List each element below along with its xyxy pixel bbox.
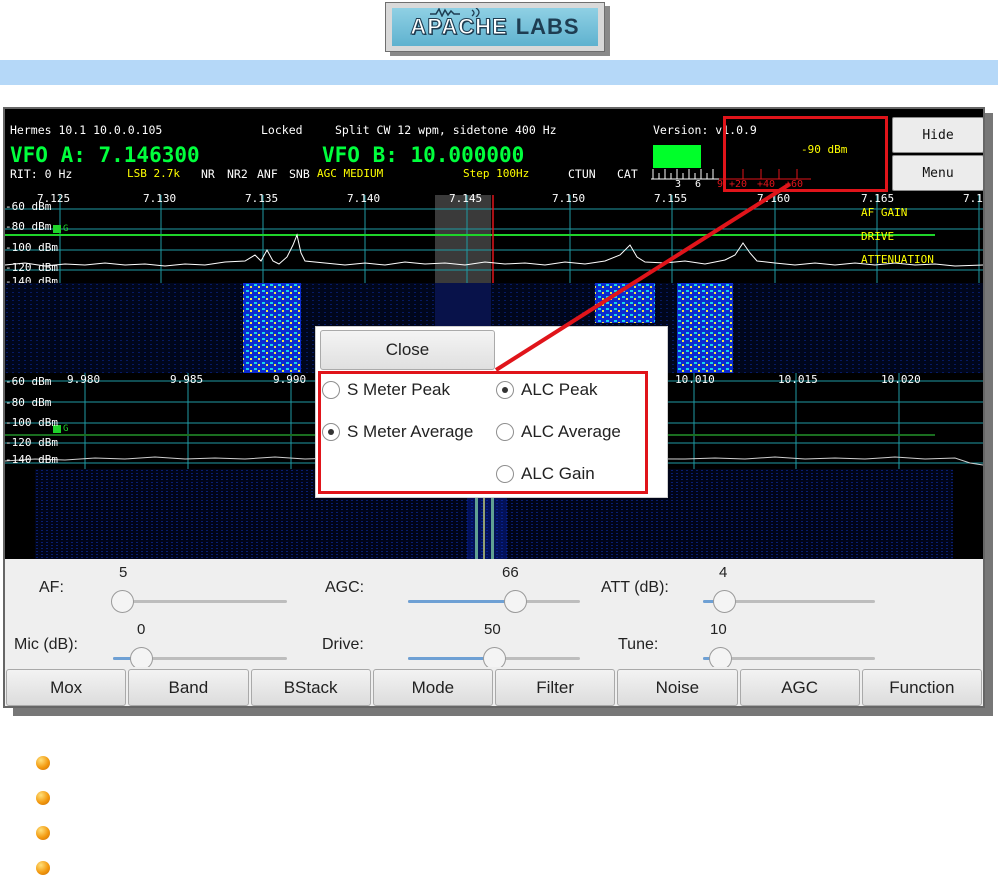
tune-label: Tune: xyxy=(618,636,659,653)
band-button[interactable]: Band xyxy=(128,669,249,706)
vfo-a-readout[interactable]: VFO A: 7.146300 xyxy=(10,143,200,167)
vfo-b-readout[interactable]: VFO B: 10.000000 xyxy=(322,143,524,167)
bullet-icon xyxy=(36,861,50,875)
tune-value: 10 xyxy=(710,621,727,638)
agc-button[interactable]: AGC xyxy=(739,669,860,706)
bullet-icon xyxy=(36,826,50,840)
logo-wave-icon xyxy=(430,8,480,17)
step-status[interactable]: Step 100Hz xyxy=(463,167,529,180)
snb-status[interactable]: SNB xyxy=(289,167,310,181)
agc-status[interactable]: AGC MEDIUM xyxy=(317,167,383,180)
split-status: Split CW 12 wpm, sidetone 400 Hz xyxy=(335,123,557,137)
af-gain-meter: AF GAIN xyxy=(861,206,908,219)
cat-status[interactable]: CAT xyxy=(617,167,638,181)
noise-button[interactable]: Noise xyxy=(617,669,738,706)
filter-button[interactable]: Filter xyxy=(495,669,616,706)
ctun-status[interactable]: CTUN xyxy=(568,167,596,181)
bullet-icon xyxy=(36,756,50,770)
mic-label: Mic (dB): xyxy=(14,636,78,653)
bullet-icon xyxy=(36,791,50,805)
freq-label: 7.1 xyxy=(963,192,983,205)
page: APACHE LABS Hermes 10.1 10.0.0.105 Locke… xyxy=(0,0,998,878)
freq-label: 7.165 xyxy=(861,192,895,205)
close-button[interactable]: Close xyxy=(320,330,495,370)
drive-meter: DRIVE xyxy=(861,230,895,243)
g-marker: G xyxy=(63,224,69,234)
freq-label: 9.980 xyxy=(67,373,101,386)
options-highlight-box xyxy=(318,371,648,494)
freq-label: 7.135 xyxy=(245,192,279,205)
dbm-label: -80 dBm xyxy=(5,396,52,409)
mic-value: 0 xyxy=(137,621,146,638)
freq-label: 10.020 xyxy=(881,373,921,386)
bstack-button[interactable]: BStack xyxy=(250,669,371,706)
tune-slider[interactable] xyxy=(703,647,875,670)
drive-label: Drive: xyxy=(322,636,364,653)
hide-button[interactable]: Hide xyxy=(892,117,983,153)
freq-label: 7.145 xyxy=(449,192,483,205)
dbm-label: -140 dBm xyxy=(5,453,58,466)
controls-panel: AF: 5 AGC: 66 ATT (dB): 4 Mic (dB): 0 Dr… xyxy=(5,559,983,670)
mode-button[interactable]: Mode xyxy=(372,669,493,706)
bullet-list xyxy=(36,756,50,878)
g-marker: G xyxy=(63,424,69,434)
function-button-bar: Mox Band BStack Mode Filter Noise AGC Fu… xyxy=(5,667,983,706)
nr2-status[interactable]: NR2 xyxy=(227,167,248,181)
drive-slider-fill xyxy=(408,657,494,660)
anf-status[interactable]: ANF xyxy=(257,167,278,181)
agc-label: AGC: xyxy=(325,579,365,596)
freq-label: 9.990 xyxy=(273,373,307,386)
freq-label: 7.130 xyxy=(143,192,177,205)
af-slider[interactable] xyxy=(110,590,287,613)
dbm-label: -120 dBm xyxy=(5,436,58,449)
apache-labs-logo: APACHE LABS xyxy=(385,2,605,52)
dbm-label: -100 dBm xyxy=(5,416,58,429)
dbm-label: -120 dBm xyxy=(5,261,58,274)
device-info: Hermes 10.1 10.0.0.105 xyxy=(10,123,163,137)
callout-arrow xyxy=(494,182,792,372)
af-label: AF: xyxy=(39,579,64,596)
af-value: 5 xyxy=(119,564,128,581)
drive-slider[interactable] xyxy=(408,647,580,670)
att-slider-knob[interactable] xyxy=(712,590,736,613)
header-band xyxy=(0,60,998,85)
freq-label: 9.985 xyxy=(170,373,204,386)
att-label: ATT (dB): xyxy=(601,579,669,596)
att-slider[interactable] xyxy=(703,590,875,613)
mode-filter-status[interactable]: LSB 2.7k xyxy=(127,167,180,180)
dbm-label: -100 dBm xyxy=(5,241,58,254)
mic-slider[interactable] xyxy=(113,647,287,670)
menu-button[interactable]: Menu xyxy=(892,155,983,191)
mox-button[interactable]: Mox xyxy=(6,669,127,706)
freq-label: 7.140 xyxy=(347,192,381,205)
af-slider-knob[interactable] xyxy=(110,590,134,613)
logo-text-left: APACHE xyxy=(410,14,508,40)
logo-plate: APACHE LABS xyxy=(392,8,598,46)
lock-status[interactable]: Locked xyxy=(261,123,303,137)
agc-value: 66 xyxy=(502,564,519,581)
function-button[interactable]: Function xyxy=(861,669,982,706)
drive-value: 50 xyxy=(484,621,501,638)
nr-status[interactable]: NR xyxy=(201,167,215,181)
logo-text-right: LABS xyxy=(515,14,580,39)
agc-slider[interactable] xyxy=(408,590,580,613)
dbm-label: -60 dBm xyxy=(5,200,52,213)
agc-slider-fill xyxy=(408,600,515,603)
dbm-label: -60 dBm xyxy=(5,375,52,388)
attenuation-meter: ATTENUATION xyxy=(861,253,934,266)
agc-slider-knob[interactable] xyxy=(503,590,527,613)
rit-status[interactable]: RIT: 0 Hz xyxy=(10,167,72,181)
dbm-label: -80 dBm xyxy=(5,220,52,233)
att-value: 4 xyxy=(719,564,728,581)
